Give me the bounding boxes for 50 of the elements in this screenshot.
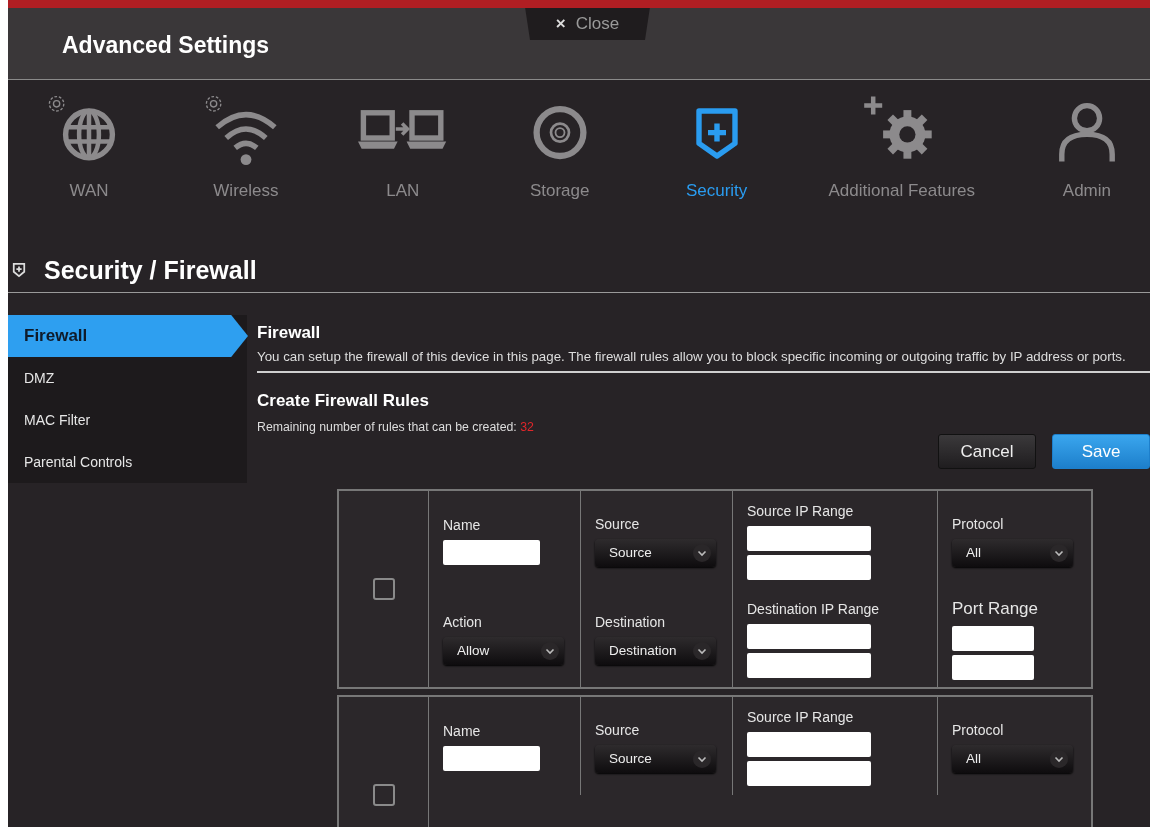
input-field[interactable]: [747, 623, 871, 649]
input-field[interactable]: [747, 731, 871, 757]
cancel-button[interactable]: Cancel: [938, 434, 1036, 470]
dropdown[interactable]: Source: [595, 538, 716, 567]
shield-icon: [12, 261, 26, 278]
field-label: Source IP Range: [747, 501, 855, 521]
field-label: Destination: [595, 612, 667, 632]
field-label: Protocol: [952, 514, 1005, 534]
sidebar-item[interactable]: MAC Filter: [8, 399, 247, 441]
field-label: Source: [595, 720, 641, 740]
input-field[interactable]: [952, 625, 1034, 651]
rules-title: Create Firewall Rules: [257, 391, 430, 412]
dropdown[interactable]: Source: [595, 744, 716, 773]
field-label: Action: [443, 612, 483, 632]
dropdown[interactable]: Allow: [443, 636, 564, 665]
field-label: Destination IP Range: [747, 599, 881, 619]
nav-tab[interactable]: Additional Features: [822, 80, 981, 225]
nav-tab[interactable]: Security: [665, 80, 768, 225]
field-label: Port Range: [952, 598, 1039, 621]
input-field[interactable]: [747, 525, 871, 551]
checkbox[interactable]: [372, 578, 395, 601]
input-field[interactable]: [747, 554, 871, 580]
input-field[interactable]: [443, 540, 540, 566]
field-label: Name: [443, 722, 482, 742]
sidebar-item[interactable]: Parental Controls: [8, 441, 247, 483]
input-field[interactable]: [952, 654, 1034, 680]
input-field[interactable]: [747, 652, 871, 678]
nav-tab[interactable]: Admin: [1035, 80, 1138, 225]
nav-tab[interactable]: Wireless: [194, 80, 297, 225]
nav-tab[interactable]: WAN: [38, 80, 140, 225]
nav-tab[interactable]: Storage: [508, 80, 611, 225]
remaining-text: Remaining number of rules that can be created: 32: [257, 418, 535, 436]
input-field[interactable]: [443, 746, 540, 772]
dropdown[interactable]: All: [952, 538, 1073, 567]
field-label: Source IP Range: [747, 707, 855, 727]
nav-tab[interactable]: LAN: [351, 80, 454, 225]
field-label: Source: [595, 514, 641, 534]
input-field[interactable]: [747, 760, 871, 786]
sidebar-item[interactable]: Firewall: [8, 315, 248, 357]
checkbox[interactable]: [372, 784, 395, 807]
dropdown[interactable]: Destination: [595, 636, 716, 665]
close-button[interactable]: × Close: [525, 8, 650, 40]
window-title: Advanced Settings: [62, 30, 270, 60]
field-label: Protocol: [952, 720, 1005, 740]
description-text: You can setup the firewall of this device in this page. The firewall rules allow you to block specific incoming or outgoing traffic by IP address or ports.: [257, 349, 1150, 374]
dropdown[interactable]: All: [952, 744, 1073, 773]
content-title: Firewall: [257, 323, 322, 344]
section-title: Security / Firewall: [44, 254, 257, 285]
sidebar-item[interactable]: DMZ: [8, 357, 247, 399]
field-label: Name: [443, 516, 482, 536]
